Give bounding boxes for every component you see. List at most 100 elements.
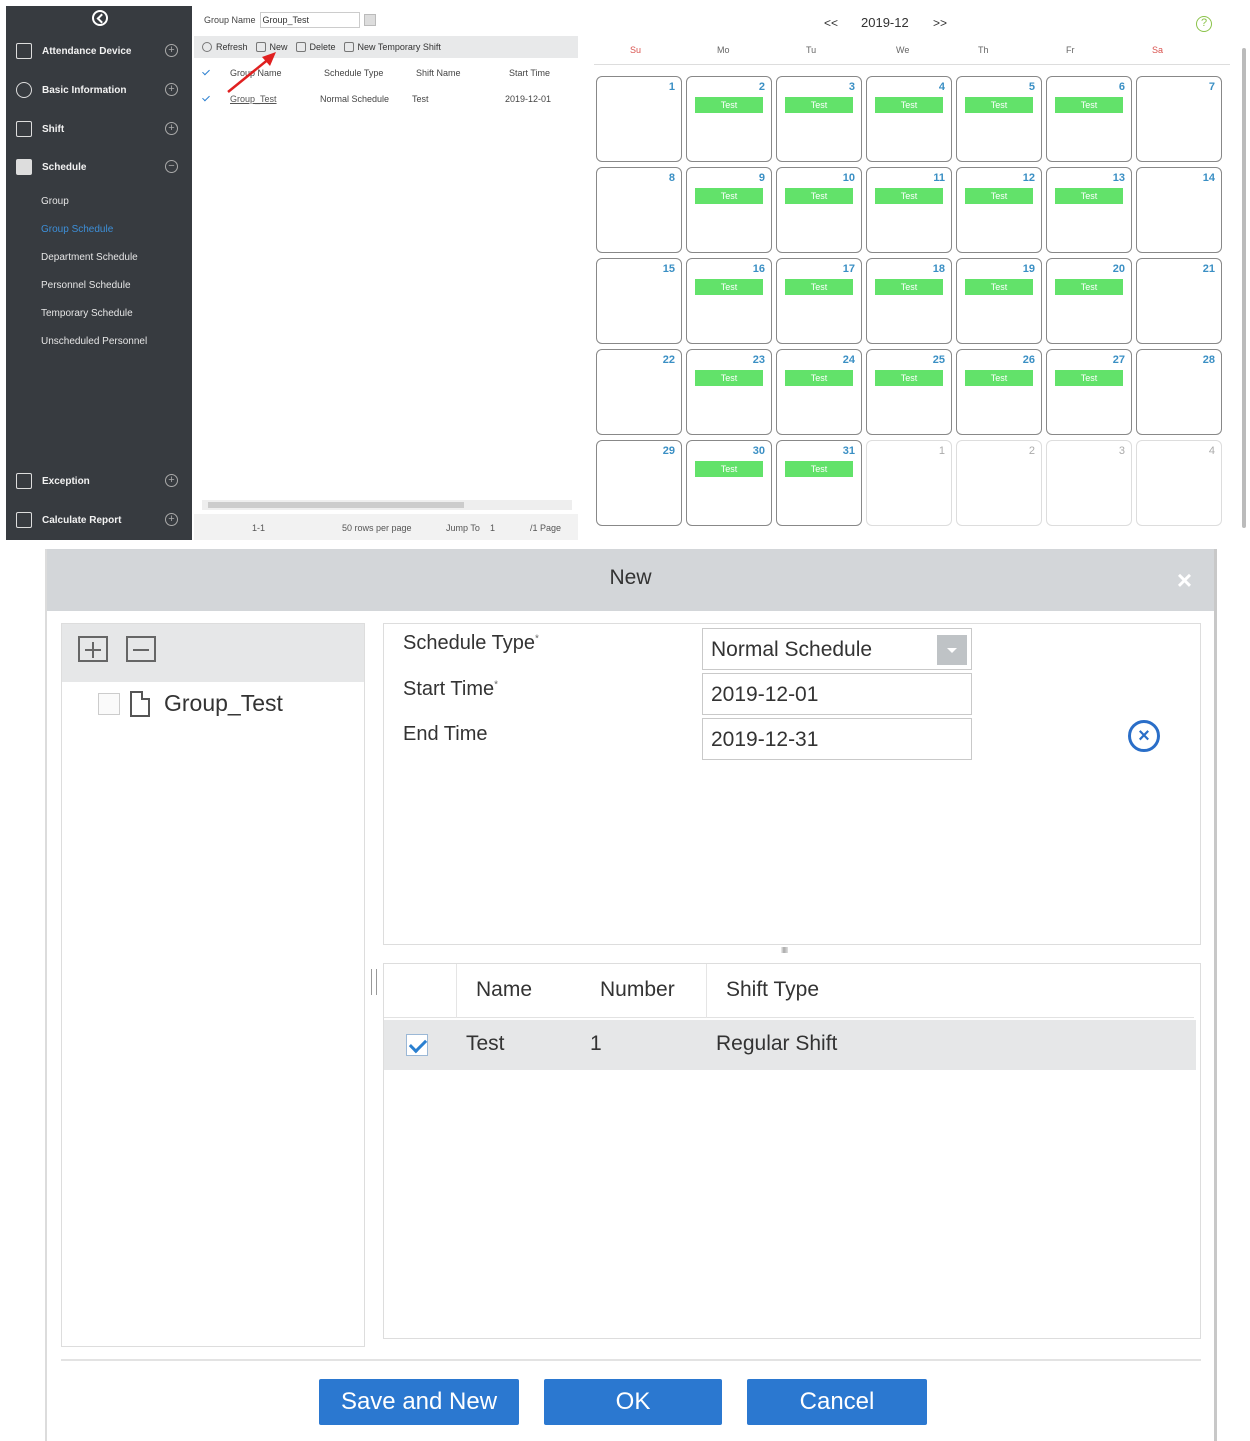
group-name-link[interactable]: Group_Test xyxy=(230,94,277,104)
table-row[interactable]: Test 1 Regular Shift xyxy=(384,1020,1196,1070)
shift-badge[interactable]: Test xyxy=(695,370,763,386)
shift-badge[interactable]: Test xyxy=(875,188,943,204)
row-checkbox[interactable] xyxy=(406,1034,428,1056)
scrollbar-thumb[interactable] xyxy=(1242,48,1246,528)
new-temporary-shift-button[interactable]: New Temporary Shift xyxy=(343,42,441,52)
calendar-day-cell[interactable]: 7 xyxy=(1136,76,1222,162)
horizontal-splitter-handle[interactable]: IIIII xyxy=(781,946,803,958)
calendar-day-cell[interactable]: 22 xyxy=(596,349,682,435)
vertical-scrollbar[interactable] xyxy=(1240,40,1248,540)
calendar-day-cell[interactable]: 23 Test xyxy=(686,349,772,435)
sidebar-item-exception[interactable]: Exception + xyxy=(6,466,192,496)
expand-icon[interactable]: + xyxy=(165,474,178,487)
calendar-day-cell[interactable]: 2 xyxy=(956,440,1042,526)
calendar-day-cell[interactable]: 15 xyxy=(596,258,682,344)
expand-icon[interactable]: + xyxy=(165,513,178,526)
chevron-down-icon[interactable] xyxy=(937,635,967,665)
sidebar-sub-personnel-schedule[interactable]: Personnel Schedule xyxy=(41,280,131,291)
calendar-day-cell[interactable]: 29 xyxy=(596,440,682,526)
scrollbar-thumb[interactable] xyxy=(208,502,464,508)
calendar-day-cell[interactable]: 3 Test xyxy=(776,76,862,162)
expand-icon[interactable]: + xyxy=(165,122,178,135)
shift-badge[interactable]: Test xyxy=(1055,370,1123,386)
column-start-time[interactable]: Start Time xyxy=(509,68,550,78)
schedule-type-select[interactable]: Normal Schedule xyxy=(702,628,972,670)
calendar-day-cell[interactable]: 12 Test xyxy=(956,167,1042,253)
shift-badge[interactable]: Test xyxy=(875,97,943,113)
sidebar-sub-group-schedule[interactable]: Group Schedule xyxy=(41,224,113,235)
new-button[interactable]: New xyxy=(255,42,288,52)
calendar-day-cell[interactable]: 24 Test xyxy=(776,349,862,435)
horizontal-scrollbar[interactable] xyxy=(202,500,572,510)
shift-badge[interactable]: Test xyxy=(965,370,1033,386)
collapse-icon[interactable]: − xyxy=(165,160,178,173)
column-schedule-type[interactable]: Schedule Type xyxy=(324,68,383,78)
tree-node-group-test[interactable]: Group_Test xyxy=(98,690,283,717)
calendar-day-cell[interactable]: 3 xyxy=(1046,440,1132,526)
next-month-button[interactable]: >> xyxy=(933,16,947,30)
vertical-splitter-handle[interactable] xyxy=(371,969,377,995)
calendar-day-cell[interactable]: 31 Test xyxy=(776,440,862,526)
calendar-day-cell[interactable]: 4 xyxy=(1136,440,1222,526)
shift-badge[interactable]: Test xyxy=(1055,279,1123,295)
calendar-day-cell[interactable]: 1 xyxy=(866,440,952,526)
sidebar-item-calculate-report[interactable]: Calculate Report + xyxy=(6,505,192,535)
column-shift-type[interactable]: Shift Type xyxy=(726,978,819,1002)
jump-to-input[interactable]: 1 xyxy=(490,523,495,533)
collapse-sidebar-icon[interactable] xyxy=(92,10,108,26)
ok-button[interactable]: OK xyxy=(544,1379,722,1425)
calendar-day-cell[interactable]: 26 Test xyxy=(956,349,1042,435)
column-shift-name[interactable]: Shift Name xyxy=(416,68,461,78)
calendar-day-cell[interactable]: 18 Test xyxy=(866,258,952,344)
select-all-checkbox[interactable] xyxy=(202,68,212,78)
calendar-day-cell[interactable]: 6 Test xyxy=(1046,76,1132,162)
rows-per-page-select[interactable]: 50 rows per page xyxy=(342,523,412,533)
sidebar-sub-temporary-schedule[interactable]: Temporary Schedule xyxy=(41,308,133,319)
shift-badge[interactable]: Test xyxy=(1055,188,1123,204)
calendar-day-cell[interactable]: 9 Test xyxy=(686,167,772,253)
calendar-day-cell[interactable]: 21 xyxy=(1136,258,1222,344)
tree-node-checkbox[interactable] xyxy=(98,692,120,715)
shift-badge[interactable]: Test xyxy=(785,97,853,113)
calendar-day-cell[interactable]: 28 xyxy=(1136,349,1222,435)
close-icon[interactable]: × xyxy=(1177,565,1192,596)
previous-month-button[interactable]: << xyxy=(824,16,838,30)
calendar-day-cell[interactable]: 30 Test xyxy=(686,440,772,526)
calendar-day-cell[interactable]: 2 Test xyxy=(686,76,772,162)
sidebar-item-schedule[interactable]: Schedule − xyxy=(6,152,192,182)
shift-badge[interactable]: Test xyxy=(965,279,1033,295)
calendar-day-cell[interactable]: 1 xyxy=(596,76,682,162)
sidebar-sub-group[interactable]: Group xyxy=(41,196,69,207)
cancel-button[interactable]: Cancel xyxy=(747,1379,927,1425)
collapse-all-icon[interactable] xyxy=(126,636,156,662)
shift-badge[interactable]: Test xyxy=(785,279,853,295)
calendar-day-cell[interactable]: 19 Test xyxy=(956,258,1042,344)
calendar-day-cell[interactable]: 20 Test xyxy=(1046,258,1132,344)
shift-badge[interactable]: Test xyxy=(965,97,1033,113)
calendar-day-cell[interactable]: 5 Test xyxy=(956,76,1042,162)
refresh-button[interactable]: Refresh xyxy=(202,42,248,52)
sidebar-item-attendance-device[interactable]: Attendance Device + xyxy=(6,36,192,66)
shift-badge[interactable]: Test xyxy=(875,370,943,386)
tree-node-label[interactable]: Group_Test xyxy=(164,690,283,717)
save-and-new-button[interactable]: Save and New xyxy=(319,1379,519,1425)
help-icon[interactable]: ? xyxy=(1196,16,1212,32)
remove-icon[interactable]: × xyxy=(1128,720,1160,752)
sidebar-item-shift[interactable]: Shift + xyxy=(6,114,192,144)
column-number[interactable]: Number xyxy=(600,978,675,1002)
expand-icon[interactable]: + xyxy=(165,44,178,57)
table-row[interactable]: Group_Test Normal Schedule Test 2019-12-… xyxy=(194,94,578,110)
sidebar-sub-unscheduled-personnel[interactable]: Unscheduled Personnel xyxy=(41,336,147,347)
shift-badge[interactable]: Test xyxy=(875,279,943,295)
delete-button[interactable]: Delete xyxy=(295,42,336,52)
sidebar-item-basic-information[interactable]: Basic Information + xyxy=(6,75,192,105)
shift-badge[interactable]: Test xyxy=(695,279,763,295)
calendar-day-cell[interactable]: 13 Test xyxy=(1046,167,1132,253)
calendar-day-cell[interactable]: 27 Test xyxy=(1046,349,1132,435)
shift-badge[interactable]: Test xyxy=(965,188,1033,204)
shift-badge[interactable]: Test xyxy=(785,461,853,477)
calendar-day-cell[interactable]: 16 Test xyxy=(686,258,772,344)
shift-badge[interactable]: Test xyxy=(695,97,763,113)
shift-badge[interactable]: Test xyxy=(695,188,763,204)
expand-icon[interactable]: + xyxy=(165,83,178,96)
